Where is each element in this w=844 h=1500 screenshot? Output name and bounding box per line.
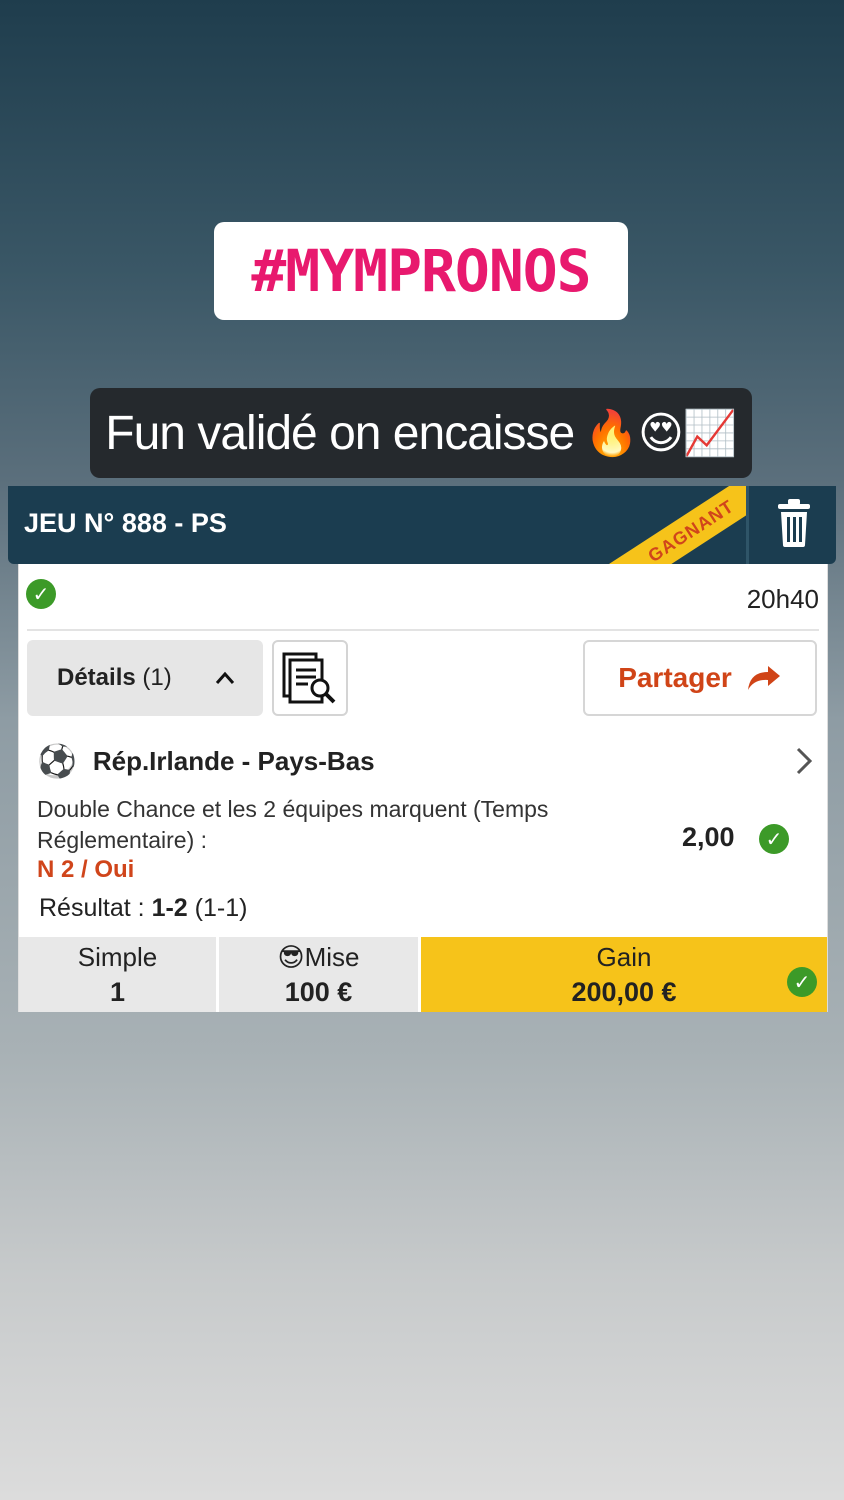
result-label: Résultat : [39,894,145,922]
share-button[interactable]: Partager [583,640,817,716]
story-caption: Fun validé on encaisse 🔥😍📈 [90,388,752,478]
stake-label: 😎Mise [277,941,360,972]
stake-cell: 😎Mise 100 € [219,937,421,1012]
details-count: (1) [142,664,172,691]
status-ribbon-label: GAGNANT [585,486,746,564]
gain-check-icon: ✓ [787,967,817,997]
selection: N 2 / Oui [37,856,135,883]
gain-cell: Gain 200,00 € ✓ [421,937,827,1012]
bet-summary: Simple 1 😎Mise 100 € Gain 200,00 € ✓ [19,937,827,1012]
share-label: Partager [618,662,732,693]
divider [27,629,819,631]
result-line: Résultat : 1-2 (1-1) [39,894,247,923]
caption-text: Fun validé on encaisse [105,406,575,460]
stake-value: 100 € [284,976,353,1007]
status-ribbon: GAGNANT [556,486,746,564]
hashtag-text: #MYMPRONOS [251,237,591,305]
chevron-up-icon [215,671,235,684]
result-score: 1-2 [151,894,188,922]
validated-check-icon: ✓ [26,579,56,609]
chevron-right-icon[interactable] [795,746,813,776]
bet-type-label: Simple [77,941,158,972]
bet-card: JEU N° 888 - PS GAGNANT ✓ 20h40 Détails … [8,486,836,1012]
match-row[interactable]: ⚽ Rép.Irlande - Pays-Bas [37,742,375,780]
odds-value: 2,00 [682,822,735,852]
match-name: Rép.Irlande - Pays-Bas [92,745,375,776]
header-divider [746,486,749,564]
gain-label: Gain [596,941,652,972]
bet-type-value: 1 [109,976,126,1007]
trash-icon[interactable] [774,498,814,548]
gain-value: 200,00 € [571,976,677,1007]
bet-body: ✓ 20h40 Détails (1) Partager ⚽ Rép.Irlan… [18,564,828,1012]
bet-type-cell: Simple 1 [19,937,219,1012]
bet-title: JEU N° 888 - PS [24,508,227,538]
details-label-group: Détails (1) [57,664,172,692]
soccer-ball-icon: ⚽ [37,743,77,779]
caption-emojis: 🔥😍📈 [584,409,737,458]
result-halftime: (1-1) [194,894,248,922]
odds-check-icon: ✓ [759,824,789,854]
bet-header: JEU N° 888 - PS GAGNANT [8,486,836,564]
view-receipt-button[interactable] [272,640,348,716]
bet-time: 20h40 [746,584,819,614]
document-search-icon [282,652,336,704]
share-arrow-icon [747,666,780,690]
details-toggle-button[interactable]: Détails (1) [27,640,263,716]
details-label: Détails [57,664,136,691]
hashtag-sticker: #MYMPRONOS [214,222,628,320]
market-description: Double Chance et les 2 équipes marquent … [37,796,549,853]
